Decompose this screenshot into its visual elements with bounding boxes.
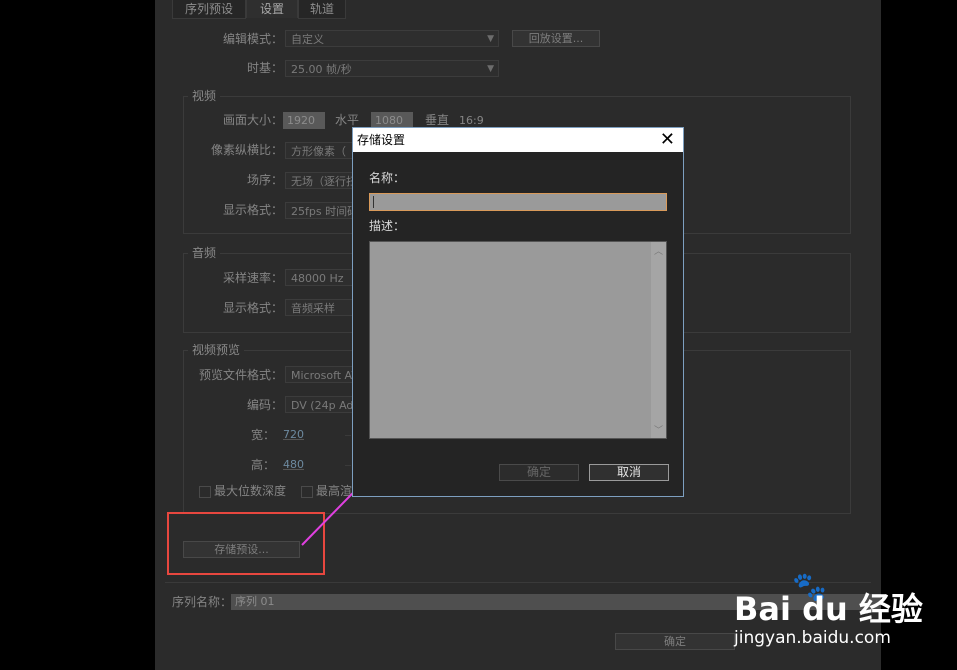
frame-size-label: 画面大小： bbox=[222, 113, 283, 127]
tab-tracks[interactable]: 轨道 bbox=[298, 0, 346, 19]
timebase-label: 时基： bbox=[246, 61, 283, 75]
audio-group-title: 音频 bbox=[188, 246, 221, 260]
watermark-logo-text: Bai du 经验 bbox=[734, 590, 923, 628]
timebase-dropdown[interactable]: 25.00 帧/秒 ▼ bbox=[285, 60, 499, 77]
text-caret bbox=[373, 196, 374, 208]
slider-track bbox=[345, 435, 351, 436]
dialog-ok-button[interactable]: 确定 bbox=[499, 464, 579, 481]
video-group-title: 视频 bbox=[188, 89, 221, 103]
codec-label: 编码： bbox=[246, 398, 283, 412]
video-preview-group-title: 视频预览 bbox=[188, 343, 245, 357]
tab-sequence-presets[interactable]: 序列预设 bbox=[172, 0, 246, 19]
scroll-down-icon[interactable]: ﹀ bbox=[654, 423, 663, 436]
field-order-dropdown[interactable]: 无场（逐行扫 bbox=[285, 172, 355, 189]
chevron-down-icon: ▼ bbox=[487, 34, 494, 44]
max-quality-label: 最高渲 bbox=[316, 484, 353, 498]
description-label: 描述： bbox=[369, 219, 406, 233]
scroll-up-icon[interactable]: ︿ bbox=[654, 244, 663, 257]
description-textarea[interactable]: ︿ ﹀ bbox=[369, 241, 667, 439]
horizontal-label: 水平 bbox=[335, 113, 360, 127]
video-display-format-dropdown[interactable]: 25fps 时间码 bbox=[285, 202, 355, 219]
vertical-label: 垂直 bbox=[425, 113, 450, 127]
background-area bbox=[881, 0, 957, 670]
audio-display-format-dropdown[interactable]: 音频采样 bbox=[285, 299, 355, 316]
name-input[interactable] bbox=[369, 193, 667, 211]
preview-height-value[interactable]: 480 bbox=[283, 458, 304, 471]
preview-file-format-label: 预览文件格式： bbox=[198, 368, 283, 382]
ok-button[interactable]: 确定 bbox=[615, 633, 735, 650]
audio-display-format-label: 显示格式： bbox=[222, 301, 283, 315]
sample-rate-dropdown[interactable]: 48000 Hz bbox=[285, 269, 355, 286]
playback-settings-button[interactable]: 回放设置... bbox=[512, 30, 600, 47]
tab-settings[interactable]: 设置 bbox=[246, 0, 298, 18]
codec-dropdown[interactable]: DV (24p Adv bbox=[285, 396, 355, 413]
sample-rate-label: 采样速率： bbox=[222, 271, 283, 285]
dialog-title: 存储设置 bbox=[357, 133, 406, 147]
dialog-cancel-button[interactable]: 取消 bbox=[589, 464, 669, 481]
preview-width-value[interactable]: 720 bbox=[283, 428, 304, 441]
max-bit-depth-label: 最大位数深度 bbox=[214, 484, 287, 498]
max-bit-depth-checkbox[interactable] bbox=[199, 486, 211, 498]
dialog-titlebar: 存储设置 ✕ bbox=[353, 128, 683, 152]
sequence-name-label: 序列名称： bbox=[172, 595, 233, 609]
frame-width-input[interactable]: 1920 bbox=[283, 112, 325, 129]
close-icon[interactable]: ✕ bbox=[660, 130, 675, 150]
video-display-format-label: 显示格式： bbox=[222, 203, 283, 217]
baidu-watermark: 🐾 Bai du 经验 jingyan.baidu.com bbox=[734, 572, 934, 652]
save-settings-dialog: 存储设置 ✕ 名称： 描述： ︿ ﹀ 确定 取消 bbox=[352, 127, 684, 497]
edit-mode-dropdown[interactable]: 自定义 ▼ bbox=[285, 30, 499, 47]
chevron-down-icon: ▼ bbox=[487, 64, 494, 74]
pixel-aspect-label: 像素纵横比： bbox=[210, 143, 283, 157]
name-label: 名称： bbox=[369, 171, 406, 185]
highlight-annotation bbox=[167, 512, 325, 575]
preview-height-label: 高： bbox=[250, 458, 275, 472]
edit-mode-value: 自定义 bbox=[291, 33, 324, 46]
max-quality-checkbox[interactable] bbox=[301, 486, 313, 498]
field-order-label: 场序： bbox=[246, 173, 283, 187]
scrollbar[interactable]: ︿ ﹀ bbox=[651, 242, 666, 438]
preview-file-format-dropdown[interactable]: Microsoft AV bbox=[285, 366, 355, 383]
watermark-url: jingyan.baidu.com bbox=[734, 628, 891, 648]
slider-track bbox=[345, 465, 351, 466]
edit-mode-label: 编辑模式： bbox=[222, 32, 283, 46]
timebase-value: 25.00 帧/秒 bbox=[291, 63, 352, 76]
pixel-aspect-dropdown[interactable]: 方形像素（ bbox=[285, 142, 355, 159]
preview-width-label: 宽： bbox=[250, 428, 275, 442]
